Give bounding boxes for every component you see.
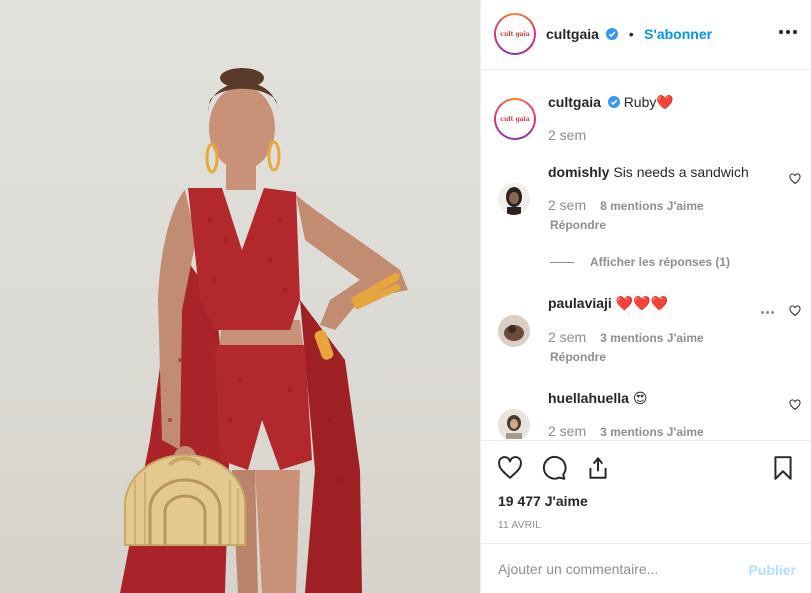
caption-emoji: ❤️ (656, 94, 674, 110)
comment-username[interactable]: huellahuella (548, 390, 629, 406)
more-icon[interactable] (778, 25, 798, 39)
comment-paulaviaji: paulaviaji ❤️❤️❤️ (548, 295, 668, 312)
view-replies-button[interactable]: Afficher les réponses (1) (550, 255, 730, 269)
verified-icon (606, 28, 619, 40)
comment-username[interactable]: domishly (548, 164, 609, 180)
caption: cultgaia Ruby❤️ (548, 94, 674, 111)
comment-more-icon[interactable] (761, 311, 774, 314)
comment-likes[interactable]: 3 mentions J'aime (600, 331, 704, 345)
comment-icon[interactable] (541, 455, 567, 481)
likes-count[interactable]: 19 477 J'aime (498, 493, 588, 509)
caption-text: Ruby (623, 94, 657, 110)
heart-icon[interactable] (789, 173, 801, 185)
caption-verified-icon (607, 96, 620, 108)
caption-avatar[interactable]: cult gaia (494, 98, 536, 140)
comment-avatar-huellahuella[interactable] (498, 409, 530, 439)
avatar-photo (498, 409, 530, 439)
comments-list[interactable]: cult gaia cultgaia Ruby❤️ 2 sem domishly… (481, 71, 811, 439)
post-actions: 19 477 J'aime 11 AVRIL (481, 440, 811, 543)
caption-avatar-logo: cult gaia (500, 115, 530, 123)
reply-button[interactable]: Répondre (550, 350, 606, 364)
add-comment-bar: Publier (481, 543, 811, 593)
caption-time[interactable]: 2 sem (548, 127, 586, 143)
header-username[interactable]: cultgaia (546, 26, 599, 42)
comment-huellahuella: huellahuella 😍 (548, 390, 647, 407)
comment-input[interactable] (498, 559, 728, 579)
comment-time[interactable]: 2 sem (548, 197, 586, 213)
post-photo-illustration (120, 68, 408, 593)
comment-text: Sis needs a sandwich (613, 164, 749, 180)
post-date[interactable]: 11 AVRIL (498, 520, 541, 531)
post-panel: cult gaia cultgaia • S'abonner cult gaia… (480, 0, 811, 593)
view-replies-label: Afficher les réponses (1) (590, 255, 731, 269)
comment-meta: 2 sem 8 mentions J'aime (548, 197, 704, 213)
comment-meta: 2 sem 3 mentions J'aime (548, 329, 704, 345)
comment-likes[interactable]: 3 mentions J'aime (600, 425, 704, 439)
avatar[interactable]: cult gaia (494, 13, 536, 55)
heart-icon[interactable] (789, 305, 801, 317)
comment-text: 😍 (632, 390, 648, 406)
comment-username[interactable]: paulaviaji (548, 295, 612, 311)
view-replies-line (550, 261, 574, 263)
share-icon[interactable] (585, 455, 611, 481)
header-user-row: cultgaia • S'abonner (546, 26, 712, 44)
follow-button[interactable]: S'abonner (644, 26, 712, 42)
like-heart-icon[interactable] (497, 455, 523, 481)
post-header: cult gaia cultgaia • S'abonner (481, 0, 811, 70)
caption-username[interactable]: cultgaia (548, 94, 601, 110)
comment-avatar-domishly[interactable] (498, 183, 530, 215)
publish-button[interactable]: Publier (749, 562, 796, 578)
avatar-photo (498, 183, 530, 215)
comment-likes[interactable]: 8 mentions J'aime (600, 199, 704, 213)
header-separator: • (628, 26, 634, 42)
comment-time[interactable]: 2 sem (548, 329, 586, 345)
heart-icon[interactable] (789, 399, 801, 411)
avatar-logo: cult gaia (500, 30, 530, 38)
comment-avatar-paulaviaji[interactable] (498, 315, 530, 347)
comment-domishly: domishly Sis needs a sandwich (548, 164, 749, 180)
avatar-photo (498, 315, 530, 347)
comment-time[interactable]: 2 sem (548, 423, 586, 439)
reply-button[interactable]: Répondre (550, 218, 606, 232)
post-photo[interactable] (0, 0, 480, 593)
comment-meta: 2 sem 3 mentions J'aime (548, 423, 704, 439)
comment-text: ❤️❤️❤️ (615, 295, 668, 311)
bookmark-icon[interactable] (770, 455, 796, 481)
